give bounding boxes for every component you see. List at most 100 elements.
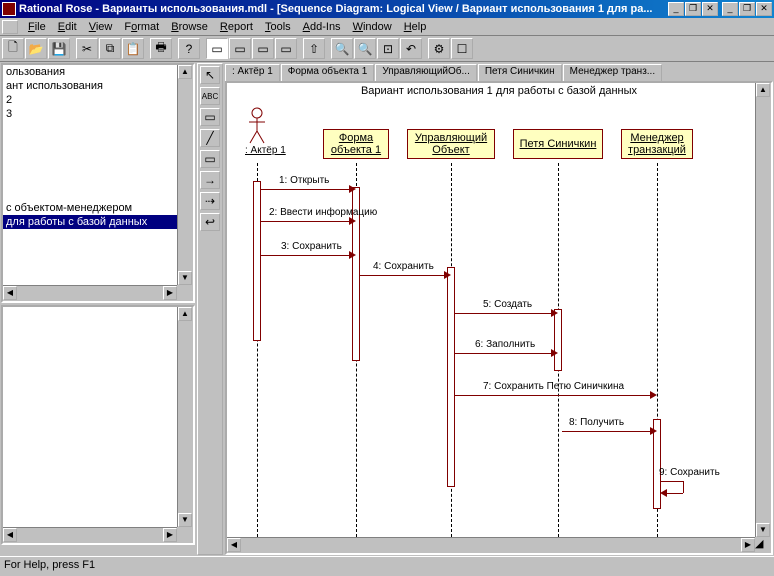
- arrow-icon: [349, 251, 356, 259]
- open-icon[interactable]: 📂: [25, 38, 47, 59]
- diagram-canvas[interactable]: Вариант использования 1 для работы с баз…: [225, 81, 773, 555]
- arrow-icon: [650, 427, 657, 435]
- paste-icon[interactable]: 📋: [122, 38, 144, 59]
- browse-component-icon[interactable]: ▭: [252, 38, 274, 59]
- print-icon[interactable]: 🖶: [150, 38, 172, 59]
- status-text: For Help, press F1: [4, 559, 95, 571]
- activation: [554, 309, 562, 371]
- browser-tree[interactable]: ользования ант использования 2 3 с объек…: [1, 63, 195, 303]
- close-icon[interactable]: ✕: [702, 2, 718, 16]
- msg-label[interactable]: 5: Создать: [483, 299, 532, 310]
- msg-line: [562, 431, 650, 432]
- cut-icon[interactable]: ✂: [76, 38, 98, 59]
- activation: [447, 267, 455, 487]
- msg-label[interactable]: 6: Заполнить: [475, 339, 535, 350]
- self-icon[interactable]: ↩: [200, 213, 220, 231]
- menu-window[interactable]: Window: [347, 20, 398, 34]
- tab-form[interactable]: Форма объекта 1: [281, 64, 375, 81]
- browse-deploy-icon[interactable]: ▭: [275, 38, 297, 59]
- titlebar: Rational Rose - Варианты использования.m…: [0, 0, 774, 18]
- scrollbar-horizontal[interactable]: ◀▶: [3, 285, 177, 301]
- arrow-icon: [551, 309, 558, 317]
- doc-close-icon[interactable]: ✕: [756, 2, 772, 16]
- menu-addins[interactable]: Add-Ins: [297, 20, 347, 34]
- menu-edit[interactable]: Edit: [52, 20, 83, 34]
- message-icon[interactable]: →: [200, 171, 220, 189]
- tab-bar: : Актёр 1 Форма объекта 1 УправляющийОб.…: [225, 63, 773, 81]
- menu-browse[interactable]: Browse: [165, 20, 214, 34]
- return-icon[interactable]: ⇢: [200, 192, 220, 210]
- msg-label[interactable]: 4: Сохранить: [373, 261, 434, 272]
- scrollbar-horizontal[interactable]: ◀▶: [227, 537, 755, 553]
- tree-item[interactable]: 3: [3, 107, 193, 121]
- object-petya[interactable]: Петя Синичкин: [513, 129, 603, 159]
- menu-report[interactable]: Report: [214, 20, 259, 34]
- menu-tools[interactable]: Tools: [259, 20, 297, 34]
- doc-panel[interactable]: ▲▼ ◀▶: [1, 305, 195, 545]
- tool-icon[interactable]: ⚙: [428, 38, 450, 59]
- menu-help[interactable]: Help: [398, 20, 433, 34]
- actor-symbol[interactable]: : Актёр 1: [245, 107, 286, 156]
- msg-line: [261, 255, 349, 256]
- scrollbar-horizontal[interactable]: ◀▶: [3, 527, 177, 543]
- menu-file[interactable]: File: [22, 20, 52, 34]
- arrow-icon: [349, 185, 356, 193]
- text-icon[interactable]: ABC: [200, 87, 220, 105]
- msg-label[interactable]: 3: Сохранить: [281, 241, 342, 252]
- doc-minimize-icon[interactable]: _: [722, 2, 738, 16]
- save-icon[interactable]: 💾: [48, 38, 70, 59]
- scrollbar-vertical[interactable]: ▲▼: [177, 307, 193, 527]
- copy-icon[interactable]: ⧉: [99, 38, 121, 59]
- new-icon[interactable]: 🗋: [2, 38, 24, 59]
- undo-fit-icon[interactable]: ↶: [400, 38, 422, 59]
- mdi-icon[interactable]: [2, 20, 18, 34]
- msg-label[interactable]: 2: Ввести информацию: [269, 207, 377, 218]
- tab-actor[interactable]: : Актёр 1: [225, 64, 280, 81]
- tool2-icon[interactable]: ☐: [451, 38, 473, 59]
- tab-controller[interactable]: УправляющийОб...: [375, 64, 477, 81]
- menu-view[interactable]: View: [83, 20, 119, 34]
- msg-label[interactable]: 1: Открыть: [279, 175, 329, 186]
- parent-icon[interactable]: ⇧: [303, 38, 325, 59]
- restore-icon[interactable]: ❐: [685, 2, 701, 16]
- tree-item[interactable]: ользования: [3, 65, 193, 79]
- note-icon[interactable]: ▭: [200, 108, 220, 126]
- window-title: Rational Rose - Варианты использования.m…: [19, 3, 668, 15]
- object-icon[interactable]: ▭: [200, 150, 220, 168]
- arrow-icon: [660, 489, 667, 497]
- scrollbar-vertical[interactable]: ▲▼: [755, 83, 771, 537]
- minimize-icon[interactable]: _: [668, 2, 684, 16]
- msg-label[interactable]: 9: Сохранить: [659, 467, 720, 478]
- pointer-icon[interactable]: ↖: [200, 66, 220, 84]
- object-form[interactable]: Формаобъекта 1: [323, 129, 389, 159]
- fit-icon[interactable]: ⊡: [377, 38, 399, 59]
- arrow-icon: [650, 391, 657, 399]
- msg-label[interactable]: 7: Сохранить Петю Синичкина: [483, 381, 624, 392]
- menubar: File Edit View Format Browse Report Tool…: [0, 18, 774, 36]
- arrow-icon: [551, 349, 558, 357]
- tree-item[interactable]: ант использования: [3, 79, 193, 93]
- browse-class-icon[interactable]: ▭: [206, 38, 228, 59]
- resize-grip-icon[interactable]: ◢: [755, 537, 771, 553]
- scrollbar-vertical[interactable]: ▲▼: [177, 65, 193, 285]
- tab-petya[interactable]: Петя Синичкин: [478, 64, 562, 81]
- tree-item[interactable]: 2: [3, 93, 193, 107]
- zoom-in-icon[interactable]: 🔍: [331, 38, 353, 59]
- object-controller[interactable]: УправляющийОбъект: [407, 129, 495, 159]
- anchor-icon[interactable]: ╱: [200, 129, 220, 147]
- doc-restore-icon[interactable]: ❐: [739, 2, 755, 16]
- msg-label[interactable]: 8: Получить: [569, 417, 624, 428]
- msg-line: [455, 313, 551, 314]
- toolbox: ↖ ABC ▭ ╱ ▭ → ⇢ ↩: [197, 63, 223, 555]
- browse-usecase-icon[interactable]: ▭: [229, 38, 251, 59]
- menu-format[interactable]: Format: [118, 20, 165, 34]
- tree-item[interactable]: с объектом-менеджером: [3, 201, 193, 215]
- help-context-icon[interactable]: ?: [178, 38, 200, 59]
- tree-item-selected[interactable]: для работы с базой данных: [3, 215, 193, 229]
- status-bar: For Help, press F1: [0, 556, 774, 574]
- tab-manager[interactable]: Менеджер транз...: [563, 64, 662, 81]
- object-tx-manager[interactable]: Менеджертранзакций: [621, 129, 693, 159]
- zoom-out-icon[interactable]: 🔍: [354, 38, 376, 59]
- msg-line: [661, 481, 683, 482]
- msg-line: [667, 493, 683, 494]
